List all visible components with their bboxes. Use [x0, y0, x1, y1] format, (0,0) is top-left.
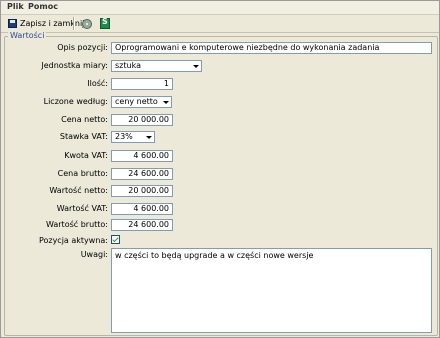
calc-label: Liczone według:: [43, 97, 108, 106]
net-value-label: Wartość netto:: [49, 186, 108, 195]
group-title: Wartości: [8, 31, 47, 40]
chevron-down-icon[interactable]: [161, 97, 171, 107]
excel-icon: [100, 17, 110, 29]
net-price-label: Cena netto:: [61, 115, 108, 124]
notes-textarea[interactable]: w części to będą upgrade a w części nowe…: [111, 248, 432, 333]
settings-button[interactable]: [82, 17, 92, 30]
vat-rate-label: Stawka VAT:: [59, 132, 108, 141]
active-label: Pozycja aktywna:: [38, 236, 108, 245]
qty-label: Ilość:: [87, 79, 108, 88]
menu-bar: Plik Pomoc: [1, 1, 439, 15]
calc-select[interactable]: ceny netto: [111, 96, 172, 108]
notes-label: Uwagi:: [80, 250, 108, 259]
toolbar-separator: [73, 17, 75, 30]
chevron-down-icon[interactable]: [191, 61, 201, 71]
vat-rate-value: 23%: [115, 132, 133, 141]
description-label: Opis pozycji:: [57, 43, 108, 52]
menu-file[interactable]: Plik: [7, 2, 24, 11]
gear-icon: [82, 18, 92, 29]
gross-price-field[interactable]: 24 600.00: [111, 168, 173, 180]
chevron-down-icon[interactable]: [144, 132, 154, 142]
menu-help[interactable]: Pomoc: [28, 2, 58, 11]
gross-price-label: Cena brutto:: [57, 169, 108, 178]
window: Plik Pomoc Zapisz i zamknij Wartości Opi…: [0, 0, 440, 338]
active-checkbox[interactable]: [111, 235, 120, 244]
vat-value-label: Wartość VAT:: [56, 204, 108, 213]
vat-amount-field[interactable]: 4 600.00: [111, 150, 173, 162]
unit-label: Jednostka miary:: [41, 61, 108, 70]
gross-value-label: Wartość brutto:: [45, 220, 108, 229]
vat-amount-label: Kwota VAT:: [64, 151, 108, 160]
unit-value: sztuka: [115, 61, 141, 70]
export-excel-button[interactable]: [100, 17, 110, 30]
toolbar: Zapisz i zamknij: [1, 15, 439, 33]
unit-select[interactable]: sztuka: [111, 60, 202, 72]
qty-field[interactable]: 1: [111, 78, 173, 90]
net-value-field[interactable]: 20 000.00: [111, 185, 173, 197]
vat-rate-select[interactable]: 23%: [111, 131, 155, 143]
description-field[interactable]: Oprogramowani e komputerowe niezbędne do…: [111, 42, 432, 54]
vat-value-field[interactable]: 4 600.00: [111, 203, 173, 215]
net-price-field[interactable]: 20 000.00: [111, 114, 173, 126]
calc-value: ceny netto: [115, 97, 158, 106]
save-icon: [8, 19, 17, 28]
gross-value-field[interactable]: 24 600.00: [111, 219, 173, 231]
